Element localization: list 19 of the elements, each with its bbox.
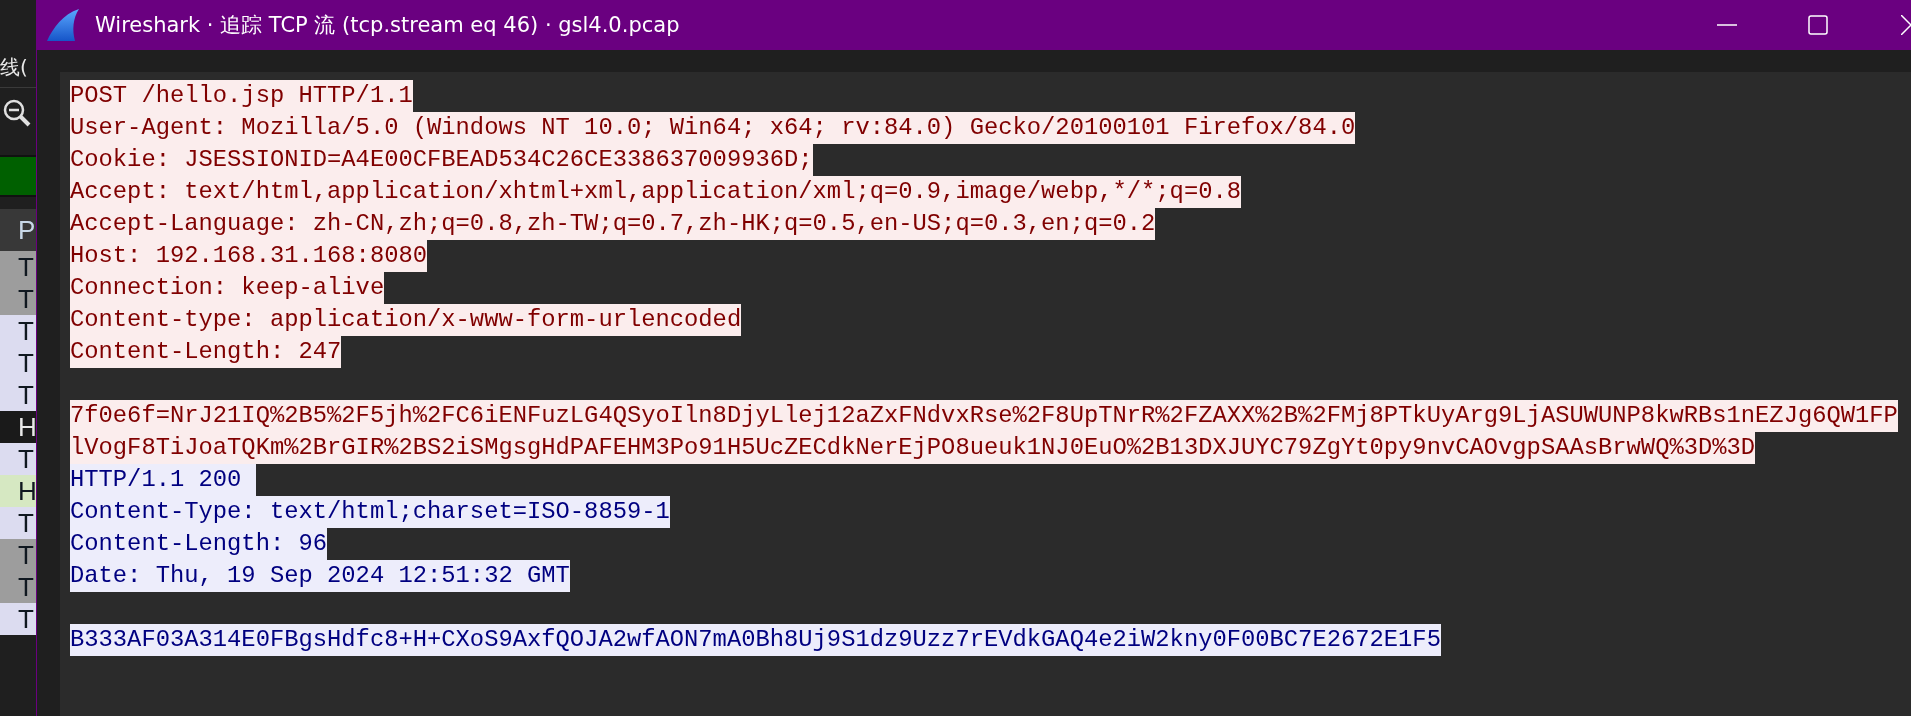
packet-row[interactable]: T bbox=[0, 571, 36, 603]
packet-row[interactable]: H bbox=[0, 475, 36, 507]
column-header[interactable]: P bbox=[0, 209, 36, 251]
packet-row[interactable]: T bbox=[0, 379, 36, 411]
packet-row[interactable]: T bbox=[0, 507, 36, 539]
packet-row[interactable]: T bbox=[0, 315, 36, 347]
packet-row[interactable]: T bbox=[0, 251, 36, 283]
packet-row[interactable]: T bbox=[0, 283, 36, 315]
packet-row[interactable]: T bbox=[0, 347, 36, 379]
packet-row[interactable]: H bbox=[0, 411, 36, 443]
window-title: Wireshark · 追踪 TCP 流 (tcp.stream eq 46) · gsl4.0.pcap bbox=[95, 12, 680, 39]
maximize-icon[interactable] bbox=[1808, 15, 1828, 35]
close-icon[interactable] bbox=[1901, 15, 1911, 35]
packet-row[interactable]: T bbox=[0, 539, 36, 571]
shark-fin-icon bbox=[45, 8, 81, 42]
filter-bar bbox=[0, 155, 36, 197]
zoom-out-icon[interactable] bbox=[2, 98, 32, 128]
packet-row[interactable]: T bbox=[0, 443, 36, 475]
packet-row[interactable]: T bbox=[0, 603, 36, 635]
